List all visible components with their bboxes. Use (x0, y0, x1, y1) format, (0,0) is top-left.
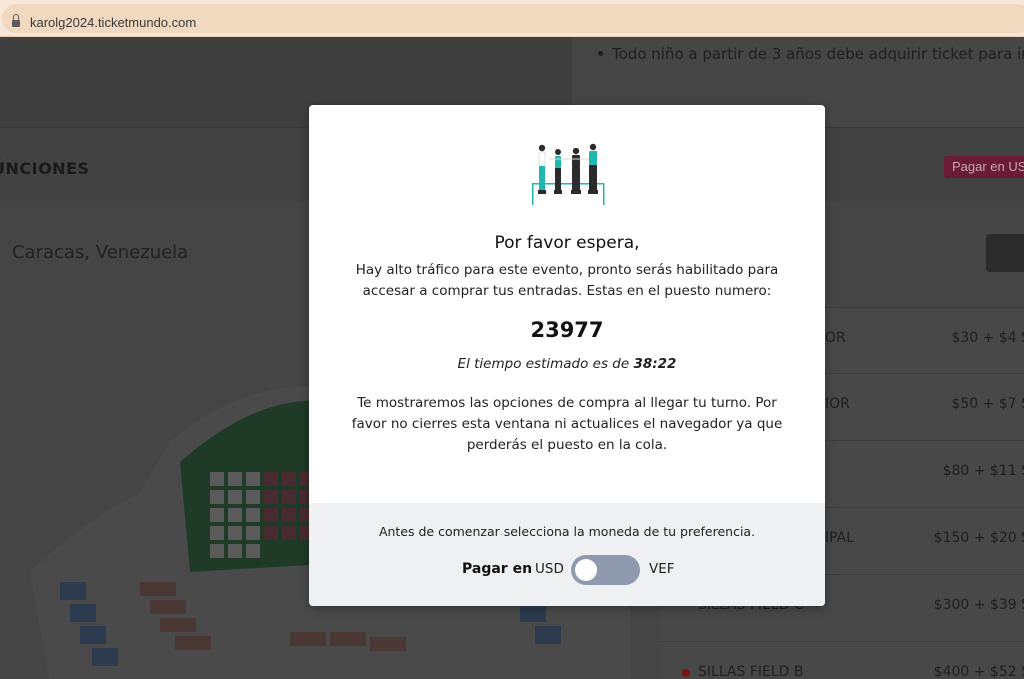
currency-option-usd[interactable]: USD (535, 561, 564, 577)
zone-color-dot (682, 669, 690, 677)
city-label: Caracas, Venezuela (12, 242, 189, 263)
zone-price: $300 + $39 S (933, 597, 1024, 613)
queue-people-illustration (532, 143, 605, 205)
url-text: karolg2024.ticketmundo.com (30, 15, 197, 30)
currency-selector: Antes de comenzar selecciona la moneda d… (309, 503, 825, 606)
lock-icon (12, 14, 20, 27)
modal-message: Hay alto tráfico para este evento, pront… (355, 262, 779, 299)
zone-price: $150 + $20 S (933, 530, 1024, 546)
url-field[interactable]: karolg2024.ticketmundo.com (2, 4, 1024, 33)
zone-price: $50 + $7 S (951, 396, 1024, 412)
modal-title: Por favor espera, (494, 233, 640, 253)
action-button (986, 234, 1024, 272)
currency-toggle[interactable] (571, 555, 640, 585)
zone-name: IPAL (825, 530, 855, 546)
browser-address-bar: karolg2024.ticketmundo.com (0, 0, 1024, 37)
pay-usd-badge: Pagar en US (944, 156, 1024, 178)
estimated-time: El tiempo estimado es de 38:22 (309, 356, 825, 372)
queue-number: 23977 (530, 318, 604, 342)
pay-in-label: Pagar en (462, 561, 533, 577)
currency-prompt: Antes de comenzar selecciona la moneda d… (378, 524, 756, 539)
estimated-time-value: 38:22 (633, 356, 677, 372)
queue-modal: Por favor espera, Hay alto tráfico para … (309, 105, 825, 606)
currency-option-vef[interactable]: VEF (649, 561, 675, 577)
zone-name: OR (825, 330, 846, 346)
zone-price: $80 + $11 S (942, 463, 1024, 479)
section-title: ÚNCIONES (0, 159, 90, 178)
price-row: SILLAS FIELD B $400 + $52 S (660, 641, 1024, 679)
age-note: Todo niño a partir de 3 años debe adquir… (612, 45, 1024, 63)
zone-price: $400 + $52 S (933, 664, 1024, 679)
zone-price: $30 + $4 S (951, 330, 1024, 346)
toggle-knob[interactable] (575, 559, 597, 581)
estimated-time-prefix: El tiempo estimado es de (457, 356, 630, 372)
zone-name: SILLAS FIELD B (698, 664, 804, 679)
modal-info: Te mostraremos las opciones de compra al… (351, 395, 783, 453)
zone-name: IOR (825, 396, 850, 412)
bullet-icon (598, 51, 603, 56)
